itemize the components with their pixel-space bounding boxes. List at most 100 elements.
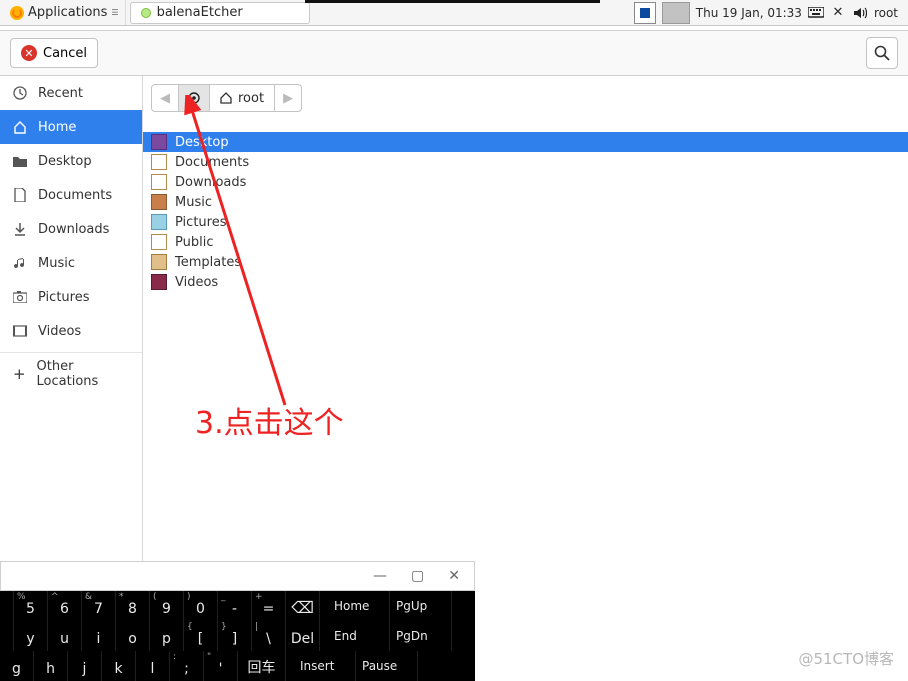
- folder-icon: [151, 174, 167, 190]
- file-name: Desktop: [175, 135, 229, 150]
- applications-menu[interactable]: Applications ☰: [4, 0, 126, 25]
- key-backslash[interactable]: |\: [252, 621, 286, 651]
- plus-icon: +: [12, 366, 27, 382]
- file-list[interactable]: Desktop Documents Downloads Music Pictur…: [143, 132, 908, 292]
- osk-close-button[interactable]: ✕: [448, 568, 460, 584]
- search-icon: [874, 45, 890, 61]
- video-icon: [12, 323, 28, 339]
- folder-icon: [151, 194, 167, 210]
- key-equals[interactable]: +=: [252, 591, 286, 621]
- file-row[interactable]: Public: [143, 232, 908, 252]
- key-9[interactable]: (9: [150, 591, 184, 621]
- sidebar-item-label: Home: [38, 120, 76, 135]
- clock[interactable]: Thu 19 Jan, 01:33: [696, 6, 802, 20]
- notification-icon[interactable]: ✕: [830, 5, 846, 21]
- key-7[interactable]: &7: [82, 591, 116, 621]
- cancel-icon: ✕: [21, 45, 37, 61]
- path-location-button[interactable]: [179, 84, 210, 112]
- file-row[interactable]: Music: [143, 192, 908, 212]
- key-u[interactable]: u: [48, 621, 82, 651]
- sidebar-item-label: Videos: [38, 324, 81, 339]
- path-forward-button[interactable]: ▶: [275, 84, 302, 112]
- user-label[interactable]: root: [874, 6, 898, 20]
- key-5[interactable]: %5: [14, 591, 48, 621]
- path-back-button[interactable]: ◀: [151, 84, 179, 112]
- sidebar-item-music[interactable]: Music: [0, 246, 142, 280]
- key-6[interactable]: ^6: [48, 591, 82, 621]
- file-row[interactable]: Downloads: [143, 172, 908, 192]
- sidebar-item-home[interactable]: Home: [0, 110, 142, 144]
- key-quote[interactable]: "': [204, 651, 238, 681]
- search-button[interactable]: [866, 37, 898, 69]
- key-g[interactable]: g: [0, 651, 34, 681]
- path-segment-root[interactable]: root: [210, 84, 275, 112]
- on-screen-keyboard: — ▢ ✕ %5 ^6 &7 *8 (9 )0 _- += ⌫ Home PgU…: [0, 561, 475, 681]
- tray-spacer: [662, 2, 690, 24]
- osk-minimize-button[interactable]: —: [373, 568, 387, 584]
- camera-icon: [12, 289, 28, 305]
- osk-keys: %5 ^6 &7 *8 (9 )0 _- += ⌫ Home PgUp y u …: [0, 591, 475, 681]
- file-row[interactable]: Desktop: [143, 132, 908, 152]
- osk-maximize-button[interactable]: ▢: [411, 568, 424, 584]
- key-pause[interactable]: Pause: [356, 651, 418, 681]
- sidebar-item-downloads[interactable]: Downloads: [0, 212, 142, 246]
- key-semicolon[interactable]: :;: [170, 651, 204, 681]
- key-o[interactable]: o: [116, 621, 150, 651]
- sidebar-item-recent[interactable]: Recent: [0, 76, 142, 110]
- key-j[interactable]: j: [68, 651, 102, 681]
- key-edge[interactable]: [0, 621, 14, 651]
- key-bracket-r[interactable]: }]: [218, 621, 252, 651]
- taskbar-app-balenaetcher[interactable]: balenaEtcher: [130, 2, 310, 24]
- dialog-header: ✕ Cancel: [0, 30, 908, 76]
- file-row[interactable]: Templates: [143, 252, 908, 272]
- folder-icon: [151, 274, 167, 290]
- key-edge[interactable]: [0, 591, 14, 621]
- osk-row: g h j k l :; "' 回车 Insert Pause: [0, 651, 475, 681]
- key-l[interactable]: l: [136, 651, 170, 681]
- key-p[interactable]: p: [150, 621, 184, 651]
- key-del[interactable]: Del: [286, 621, 320, 651]
- key-enter[interactable]: 回车: [238, 651, 286, 681]
- app-icon: [141, 8, 151, 18]
- cancel-label: Cancel: [43, 46, 87, 61]
- chevron-icon: ☰: [111, 8, 118, 17]
- key-insert[interactable]: Insert: [294, 651, 356, 681]
- key-i[interactable]: i: [82, 621, 116, 651]
- document-icon: [12, 187, 28, 203]
- key-8[interactable]: *8: [116, 591, 150, 621]
- key-backspace[interactable]: ⌫: [286, 591, 320, 621]
- sidebar-item-pictures[interactable]: Pictures: [0, 280, 142, 314]
- home-icon: [220, 92, 232, 104]
- key-minus[interactable]: _-: [218, 591, 252, 621]
- folder-icon: [151, 214, 167, 230]
- file-row[interactable]: Pictures: [143, 212, 908, 232]
- sidebar-item-documents[interactable]: Documents: [0, 178, 142, 212]
- key-h[interactable]: h: [34, 651, 68, 681]
- file-name: Pictures: [175, 215, 226, 230]
- folder-icon: [151, 134, 167, 150]
- clock-icon: [12, 85, 28, 101]
- show-desktop-icon[interactable]: [634, 2, 656, 24]
- sidebar-item-other-locations[interactable]: + Other Locations: [0, 357, 142, 391]
- key-pgdn[interactable]: PgDn: [390, 621, 452, 651]
- sidebar-item-label: Pictures: [38, 290, 89, 305]
- key-0[interactable]: )0: [184, 591, 218, 621]
- file-row[interactable]: Videos: [143, 272, 908, 292]
- key-bracket-l[interactable]: {[: [184, 621, 218, 651]
- home-icon: [12, 119, 28, 135]
- key-home[interactable]: Home: [328, 591, 390, 621]
- key-k[interactable]: k: [102, 651, 136, 681]
- key-y[interactable]: y: [14, 621, 48, 651]
- cancel-button[interactable]: ✕ Cancel: [10, 38, 98, 68]
- sidebar-item-label: Music: [38, 256, 75, 271]
- file-row[interactable]: Documents: [143, 152, 908, 172]
- key-pgup[interactable]: PgUp: [390, 591, 452, 621]
- sidebar-item-videos[interactable]: Videos: [0, 314, 142, 348]
- watermark: @51CTO博客: [798, 648, 894, 669]
- system-tray: Thu 19 Jan, 01:33 ✕ root: [634, 2, 904, 24]
- volume-icon[interactable]: [852, 5, 868, 21]
- key-end[interactable]: End: [328, 621, 390, 651]
- keyboard-icon[interactable]: [808, 5, 824, 21]
- sidebar-item-desktop[interactable]: Desktop: [0, 144, 142, 178]
- music-icon: [12, 255, 28, 271]
